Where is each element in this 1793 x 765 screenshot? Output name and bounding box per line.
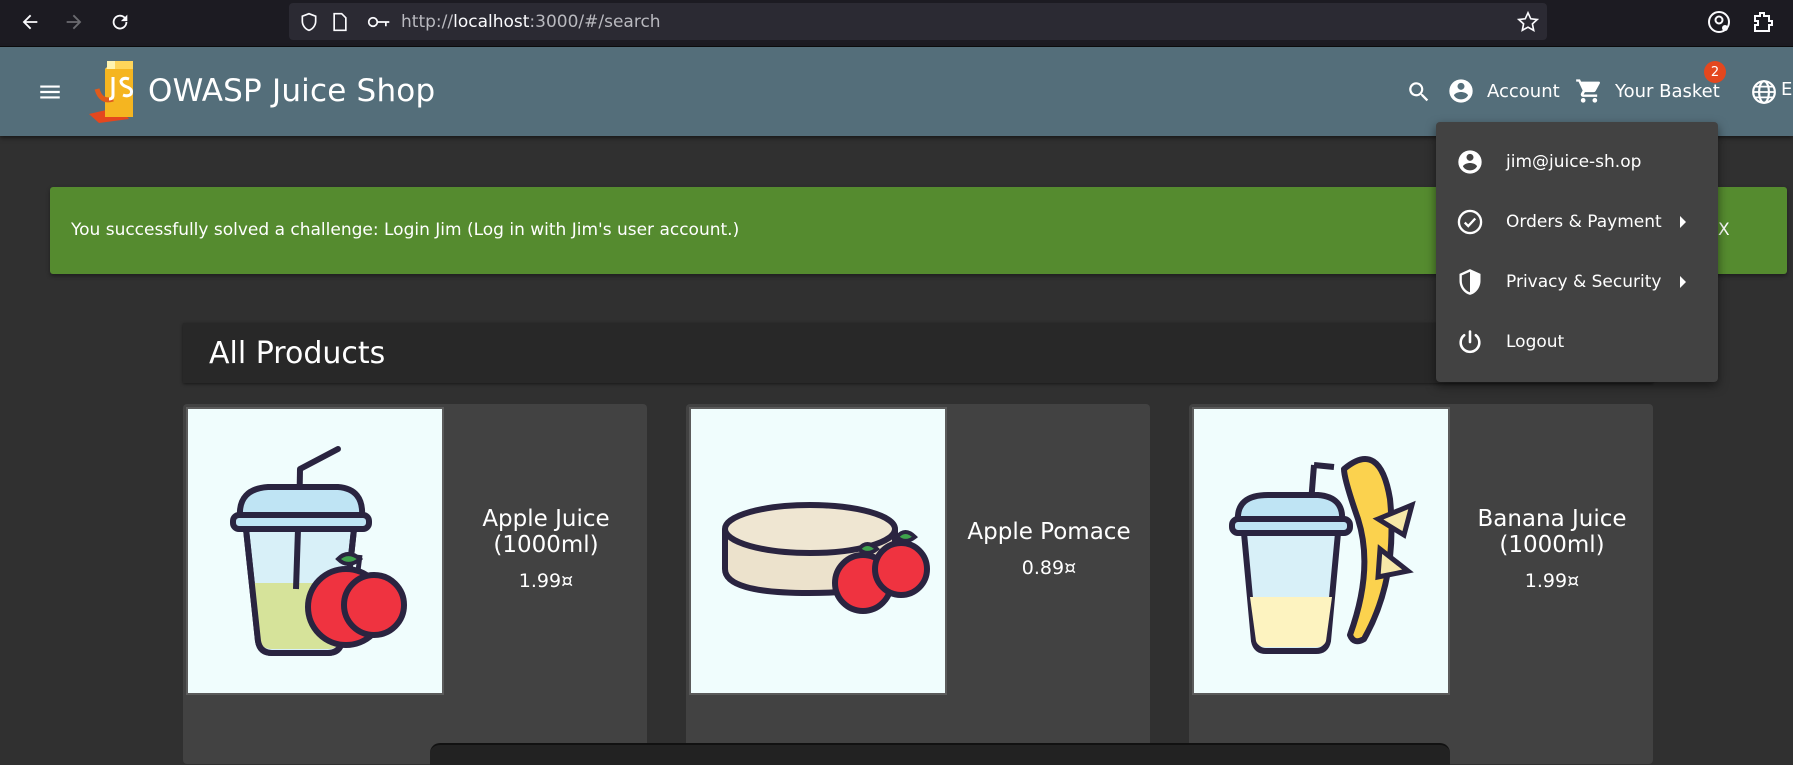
product-card[interactable]: Banana Juice (1000ml) 1.99¤ <box>1189 404 1653 764</box>
product-image[interactable] <box>689 407 947 695</box>
account-label: Account <box>1487 80 1560 102</box>
product-name: Banana Juice (1000ml) <box>1477 506 1627 558</box>
account-button[interactable]: Account <box>1447 77 1560 105</box>
address-bar[interactable]: http://localhost:3000/#/search <box>289 3 1547 40</box>
basket-button[interactable]: Your Basket <box>1575 77 1720 105</box>
products-section-header: All Products <box>183 323 1653 383</box>
check-circle-icon <box>1457 209 1483 235</box>
banana-juice-icon <box>1229 456 1416 654</box>
reload-icon <box>112 14 128 30</box>
basket-count-badge: 2 <box>1704 61 1726 83</box>
forward-button[interactable] <box>60 8 88 36</box>
menu-item-logout[interactable]: Logout <box>1436 312 1718 372</box>
shield-icon <box>1459 269 1481 295</box>
language-icon[interactable] <box>1751 79 1777 105</box>
menu-item-orders-payment[interactable]: Orders & Payment <box>1436 192 1718 252</box>
key-icon <box>367 16 390 28</box>
product-card[interactable]: Apple Pomace 0.89¤ <box>686 404 1150 764</box>
section-title: All Products <box>209 336 386 371</box>
submenu-arrow-icon <box>1680 276 1686 288</box>
search-icon[interactable] <box>1406 79 1432 105</box>
arrow-right-icon <box>66 14 82 30</box>
product-info: Apple Pomace 0.89¤ <box>948 404 1150 694</box>
menu-item-privacy-security[interactable]: Privacy & Security <box>1436 252 1718 312</box>
product-name: Apple Juice (1000ml) <box>482 506 610 558</box>
account-circle-icon <box>1458 150 1482 174</box>
menu-item-label: Privacy & Security <box>1506 272 1662 292</box>
product-image[interactable] <box>186 407 444 695</box>
product-price: 0.89¤ <box>1021 557 1077 579</box>
product-card[interactable]: Apple Juice (1000ml) 1.99¤ <box>183 404 647 764</box>
menu-item-user-email[interactable]: jim@juice-sh.op <box>1436 132 1718 192</box>
menu-item-label: Orders & Payment <box>1506 212 1662 232</box>
browser-toolbar: http://localhost:3000/#/search <box>0 0 1793 47</box>
product-price: 1.99¤ <box>1524 570 1580 592</box>
product-image[interactable] <box>1192 407 1450 695</box>
reload-button[interactable] <box>106 8 134 36</box>
account-menu: jim@juice-sh.op Orders & Payment Privacy… <box>1436 122 1718 382</box>
account-profile-icon[interactable] <box>1707 10 1731 34</box>
notification-message: You successfully solved a challenge: Log… <box>71 220 740 240</box>
apple-pomace-icon <box>722 502 930 614</box>
shopping-cart-icon <box>1576 79 1601 103</box>
power-icon <box>1459 330 1481 354</box>
menu-item-label: jim@juice-sh.op <box>1506 152 1642 172</box>
basket-label: Your Basket <box>1615 80 1720 102</box>
arrow-left-icon <box>22 14 38 30</box>
page-icon <box>333 12 347 32</box>
notification-close-button[interactable]: X <box>1718 220 1730 240</box>
shield-icon <box>301 12 317 32</box>
star-icon[interactable] <box>1517 11 1539 33</box>
product-price: 1.99¤ <box>518 570 574 592</box>
apple-juice-icon <box>230 446 407 656</box>
menu-item-label: Logout <box>1506 332 1565 352</box>
juice-shop-logo[interactable] <box>85 59 147 125</box>
submenu-arrow-icon <box>1680 216 1686 228</box>
extensions-icon[interactable] <box>1751 10 1775 34</box>
product-info: Banana Juice (1000ml) 1.99¤ <box>1451 404 1653 694</box>
bottom-overlay-edge <box>430 743 1450 765</box>
url-text: http://localhost:3000/#/search <box>401 12 661 32</box>
account-circle-icon <box>1449 79 1473 103</box>
app-title[interactable]: OWASP Juice Shop <box>148 73 435 109</box>
product-info: Apple Juice (1000ml) 1.99¤ <box>445 404 647 694</box>
menu-icon[interactable] <box>37 79 63 105</box>
product-name: Apple Pomace <box>967 519 1131 545</box>
language-label[interactable]: E <box>1781 79 1792 100</box>
back-button[interactable] <box>16 8 44 36</box>
